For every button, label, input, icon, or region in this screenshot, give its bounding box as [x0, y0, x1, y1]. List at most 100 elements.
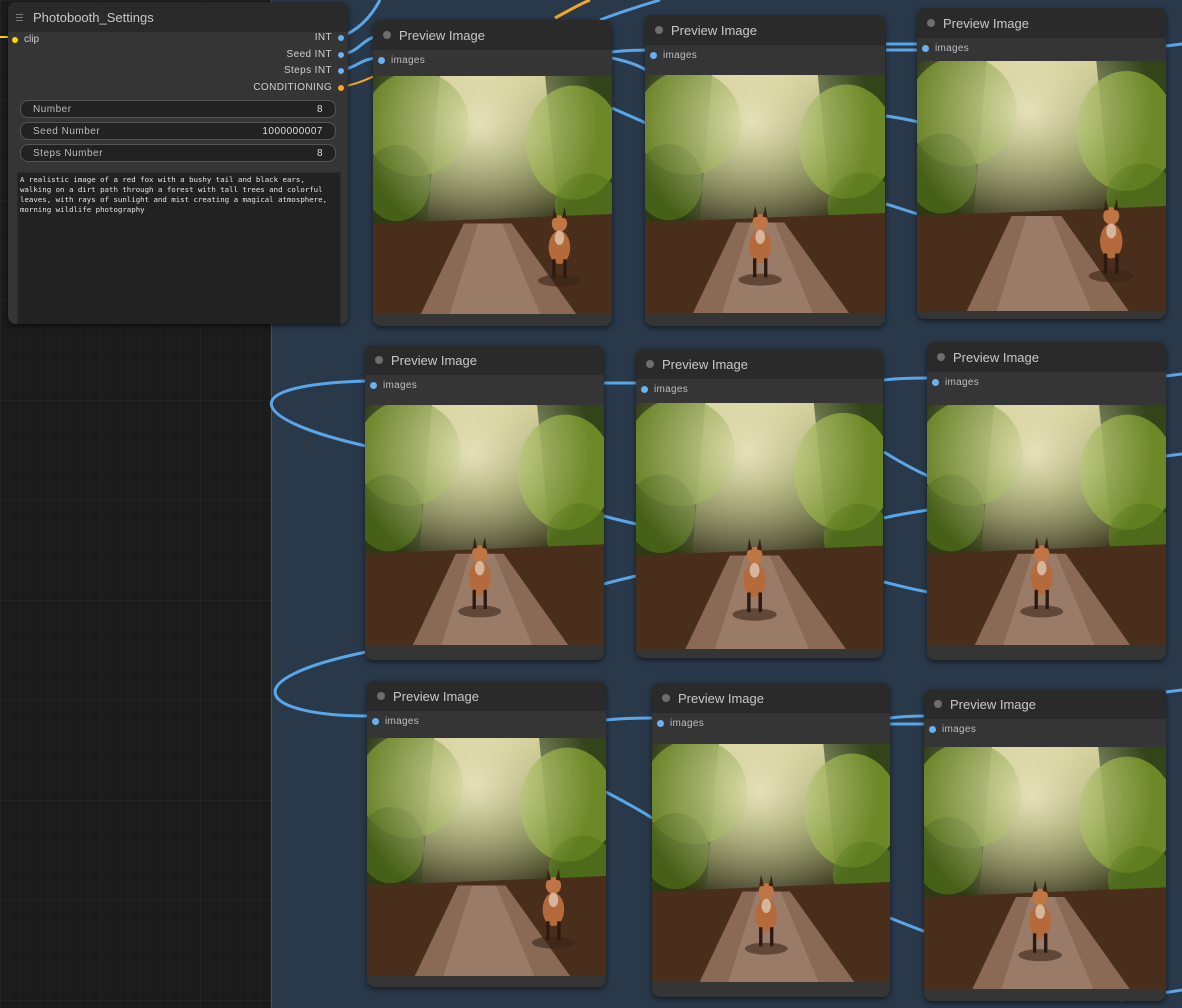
steps-int-output-slot[interactable]: Steps INT [284, 65, 344, 76]
photobooth-settings-node[interactable]: Photobooth_Settings clip INT Seed INT St… [8, 2, 348, 324]
images-input-label: images [670, 717, 705, 729]
collapse-dot-icon[interactable] [934, 700, 942, 708]
preview-image[interactable] [367, 738, 606, 976]
images-input-label: images [942, 723, 977, 735]
collapse-dot-icon[interactable] [646, 360, 654, 368]
images-input-slot[interactable]: images [365, 375, 604, 395]
settings-node-title-bar[interactable]: Photobooth_Settings [8, 2, 348, 32]
seed-int-output-dot[interactable] [338, 51, 344, 58]
preview-node-title: Preview Image [678, 690, 764, 706]
images-input-dot[interactable] [372, 717, 379, 725]
preview-node-title-bar[interactable]: Preview Image [645, 15, 885, 45]
preview-node-title: Preview Image [943, 15, 1029, 31]
prompt-textarea[interactable]: A realistic image of a red fox with a bu… [17, 172, 341, 324]
preview-node-title-bar[interactable]: Preview Image [367, 681, 606, 711]
images-input-dot[interactable] [641, 385, 648, 393]
images-input-dot[interactable] [650, 51, 657, 59]
images-input-dot[interactable] [922, 44, 929, 52]
preview-image-node[interactable]: Preview Image images [652, 683, 890, 997]
preview-image-node[interactable]: Preview Image images [365, 345, 604, 660]
steps-number-widget[interactable]: Steps Number 8 [20, 144, 336, 162]
images-input-slot[interactable]: images [373, 50, 612, 70]
seed-number-widget[interactable]: Seed Number 1000000007 [20, 122, 336, 140]
forest-fox-scene [924, 747, 1166, 989]
clip-input-slot[interactable]: clip [12, 34, 39, 45]
preview-image[interactable] [927, 405, 1166, 645]
preview-image-node[interactable]: Preview Image images [373, 20, 612, 326]
images-input-dot[interactable] [378, 56, 385, 64]
images-input-slot[interactable]: images [636, 379, 883, 399]
preview-image[interactable] [373, 76, 612, 314]
preview-node-title: Preview Image [391, 352, 477, 368]
seed-number-widget-value[interactable]: 1000000007 [262, 126, 323, 137]
forest-fox-scene [652, 744, 890, 982]
collapse-dot-icon[interactable] [375, 356, 383, 364]
images-input-slot[interactable]: images [645, 45, 885, 65]
forest-fox-scene [927, 405, 1166, 645]
conditioning-output-slot[interactable]: CONDITIONING [253, 82, 344, 93]
node-menu-icon[interactable] [16, 13, 23, 21]
int-output-dot[interactable] [338, 34, 344, 41]
preview-node-title: Preview Image [399, 27, 485, 43]
preview-image-node[interactable]: Preview Image images [927, 342, 1166, 660]
preview-image-node[interactable]: Preview Image images [917, 8, 1166, 319]
preview-image-node[interactable]: Preview Image images [924, 689, 1166, 1001]
preview-node-title-bar[interactable]: Preview Image [924, 689, 1166, 719]
int-output-slot[interactable]: INT [315, 32, 344, 43]
number-widget-label: Number [33, 103, 72, 115]
preview-node-title-bar[interactable]: Preview Image [652, 683, 890, 713]
steps-number-widget-label: Steps Number [33, 147, 103, 159]
preview-image[interactable] [924, 747, 1166, 989]
forest-fox-scene [917, 61, 1166, 311]
images-input-label: images [391, 54, 426, 66]
images-input-label: images [935, 42, 970, 54]
seed-int-output-label: Seed INT [286, 49, 332, 60]
clip-input-label: clip [24, 34, 40, 45]
preview-image[interactable] [652, 744, 890, 982]
preview-node-title-bar[interactable]: Preview Image [917, 8, 1166, 38]
preview-node-title-bar[interactable]: Preview Image [365, 345, 604, 375]
preview-node-title-bar[interactable]: Preview Image [927, 342, 1166, 372]
int-output-label: INT [314, 32, 332, 43]
clip-input-dot[interactable] [12, 36, 18, 43]
preview-image[interactable] [636, 403, 883, 649]
collapse-dot-icon[interactable] [937, 353, 945, 361]
number-widget-value[interactable]: 8 [317, 104, 323, 115]
seed-int-output-slot[interactable]: Seed INT [287, 49, 344, 60]
preview-image[interactable] [645, 75, 885, 313]
forest-fox-scene [365, 405, 604, 645]
images-input-label: images [663, 49, 698, 61]
number-widget[interactable]: Number 8 [20, 100, 336, 118]
seed-number-widget-label: Seed Number [33, 125, 101, 137]
collapse-dot-icon[interactable] [927, 19, 935, 27]
preview-image-node[interactable]: Preview Image images [636, 349, 883, 658]
images-input-slot[interactable]: images [927, 372, 1166, 392]
images-input-slot[interactable]: images [652, 713, 890, 733]
collapse-dot-icon[interactable] [377, 692, 385, 700]
collapse-dot-icon[interactable] [383, 31, 391, 39]
forest-fox-scene [636, 403, 883, 649]
preview-image[interactable] [365, 405, 604, 645]
images-input-slot[interactable]: images [367, 711, 606, 731]
images-input-label: images [383, 379, 418, 391]
preview-node-title: Preview Image [671, 22, 757, 38]
collapse-dot-icon[interactable] [655, 26, 663, 34]
images-input-dot[interactable] [929, 725, 936, 733]
images-input-label: images [654, 383, 689, 395]
images-input-label: images [385, 715, 420, 727]
preview-image[interactable] [917, 61, 1166, 311]
images-input-dot[interactable] [657, 719, 664, 727]
forest-fox-scene [367, 738, 606, 976]
images-input-slot[interactable]: images [924, 719, 1166, 739]
preview-node-title-bar[interactable]: Preview Image [373, 20, 612, 50]
images-input-dot[interactable] [932, 378, 939, 386]
preview-image-node[interactable]: Preview Image images [367, 681, 606, 987]
preview-node-title-bar[interactable]: Preview Image [636, 349, 883, 379]
images-input-slot[interactable]: images [917, 38, 1166, 58]
collapse-dot-icon[interactable] [662, 694, 670, 702]
preview-image-node[interactable]: Preview Image images [645, 15, 885, 326]
steps-number-widget-value[interactable]: 8 [317, 148, 323, 159]
images-input-dot[interactable] [370, 381, 377, 389]
conditioning-output-dot[interactable] [338, 84, 344, 91]
steps-int-output-dot[interactable] [338, 67, 344, 74]
